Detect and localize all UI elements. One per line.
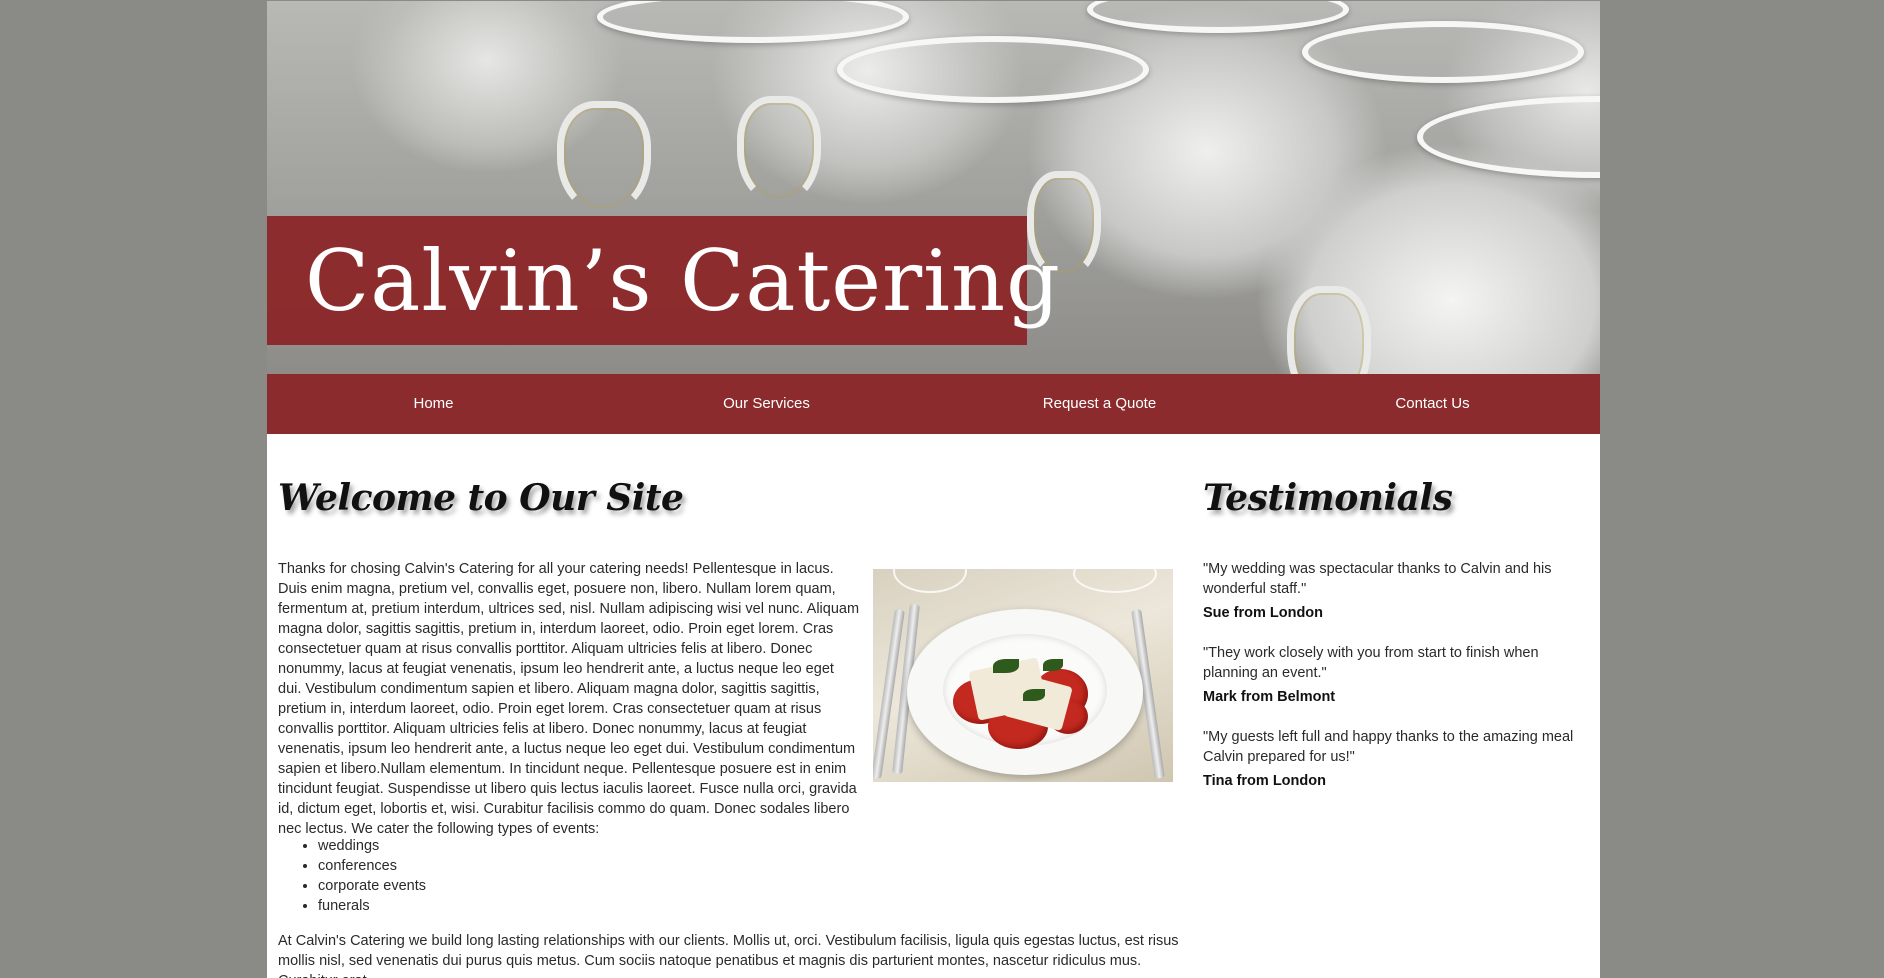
glass-decoration xyxy=(893,569,967,593)
testimonial-quote: "My wedding was spectacular thanks to Ca… xyxy=(1203,561,1552,597)
testimonial-author: Sue from London xyxy=(1203,605,1324,621)
site-title: Calvin’s Catering xyxy=(305,232,1061,330)
event-types-list: weddings conferences corporate events fu… xyxy=(278,836,426,916)
testimonial-author: Mark from Belmont xyxy=(1203,689,1336,705)
glass-decoration xyxy=(1073,569,1157,593)
page-container: Calvin’s Catering Home Our Services Requ… xyxy=(267,1,1600,978)
basil-leaf xyxy=(1023,689,1045,701)
nav-link-contact-us[interactable]: Contact Us xyxy=(1266,374,1599,434)
cup-rim-decoration xyxy=(837,36,1149,103)
testimonial-author: Tina from London xyxy=(1203,773,1326,789)
welcome-heading: Welcome to Our Site xyxy=(278,477,684,519)
cup-rim-decoration xyxy=(1417,96,1600,178)
basil-leaf xyxy=(993,659,1019,673)
testimonial-quote: "They work closely with you from start t… xyxy=(1203,645,1539,681)
testimonials-heading: Testimonials xyxy=(1203,477,1453,519)
cup-rim-decoration xyxy=(1302,21,1584,83)
closing-paragraph: At Calvin's Catering we build long lasti… xyxy=(278,933,1179,978)
cup-rim-decoration xyxy=(1087,1,1349,33)
list-item: weddings xyxy=(318,836,426,856)
nav-link-home[interactable]: Home xyxy=(267,374,600,434)
list-item: corporate events xyxy=(318,876,426,896)
cup-rim-decoration xyxy=(597,1,909,43)
list-item: funerals xyxy=(318,896,426,916)
main-navigation: Home Our Services Request a Quote Contac… xyxy=(267,374,1600,434)
cup-handle-decoration xyxy=(737,96,821,205)
cup-handle-decoration xyxy=(557,101,651,215)
nav-link-request-quote[interactable]: Request a Quote xyxy=(933,374,1266,434)
testimonial-quote: "My guests left full and happy thanks to… xyxy=(1203,729,1574,765)
nav-link-our-services[interactable]: Our Services xyxy=(600,374,933,434)
list-item: conferences xyxy=(318,856,426,876)
testimonials-list: "My wedding was spectacular thanks to Ca… xyxy=(1203,559,1583,811)
food-image xyxy=(873,569,1173,782)
intro-paragraph: Thanks for chosing Calvin's Catering for… xyxy=(278,561,860,837)
basil-leaf xyxy=(1043,659,1063,671)
